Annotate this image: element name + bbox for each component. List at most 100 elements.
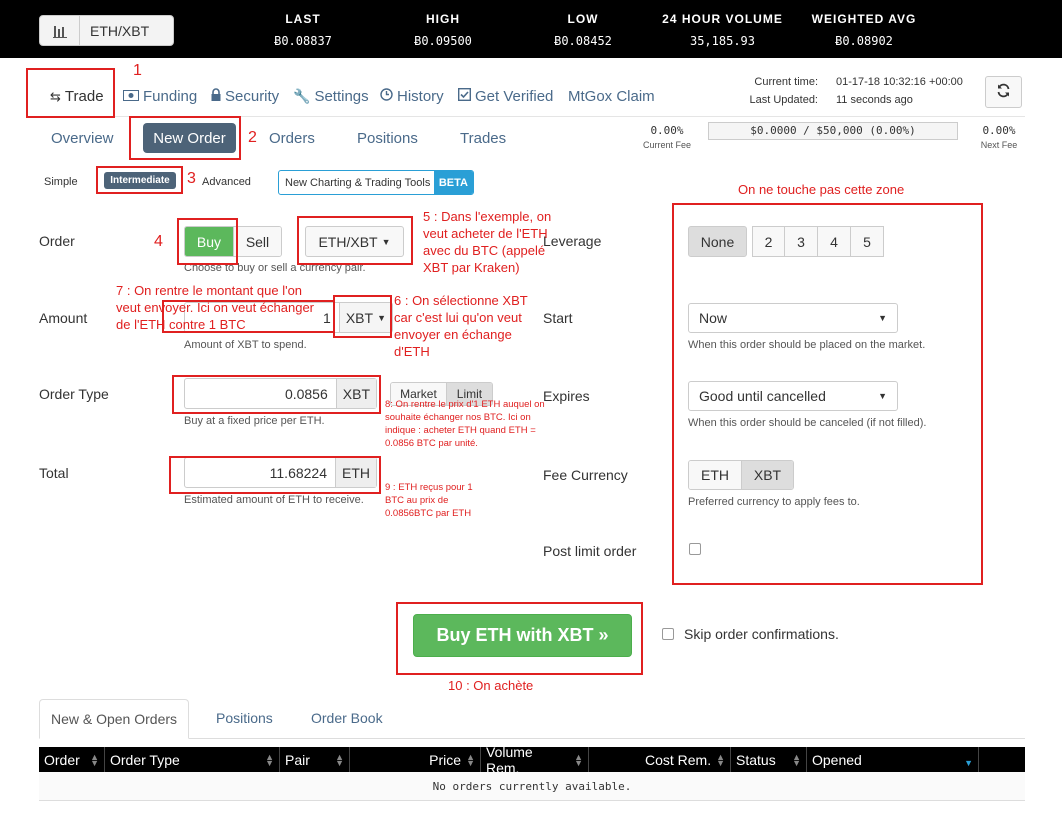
current-fee-value: 0.00%: [650, 124, 684, 137]
skip-confirmation-label: Skip order confirmations.: [684, 626, 839, 642]
annotation-7: 7 : On rentre le montant que l'on veut e…: [116, 283, 315, 332]
last-updated-value: 11 seconds ago: [836, 94, 913, 106]
col-label: Volume Rem.: [486, 743, 533, 776]
wrench-icon: 🔧: [293, 88, 311, 104]
nav-mtgox-claim[interactable]: MtGox Claim: [568, 88, 655, 105]
subtab-trades[interactable]: Trades: [460, 130, 506, 147]
sort-icon: ▲ ▼: [265, 751, 274, 768]
col-label: Order: [44, 751, 80, 768]
order-label: Order: [39, 233, 75, 249]
order-type-label: Order Type: [39, 386, 109, 402]
current-time-value: 01-17-18 10:32:16 +00:00: [836, 76, 963, 88]
stat-value: Ƀ0.08902: [835, 34, 893, 48]
annotation-box-1: [26, 68, 115, 118]
annotation-zone: On ne touche pas cette zone: [738, 182, 905, 197]
nav-history[interactable]: History: [380, 88, 444, 105]
stat-last: LAST Ƀ0.08837: [262, 12, 344, 48]
annotation-6: 6 : On sélectionne XBT car c'est lui qu'…: [394, 293, 528, 359]
orders-empty-message: No orders currently available.: [39, 772, 1025, 801]
nav-label: Funding: [143, 88, 198, 105]
charting-tools-label: New Charting & Trading Tools: [285, 176, 431, 189]
annotation-5: 5 : Dans l'exemple, on veut acheter de l…: [423, 209, 552, 275]
col-pair[interactable]: Pair ▲ ▼: [280, 747, 350, 772]
tab-open-orders[interactable]: New & Open Orders: [39, 699, 189, 739]
annotation-box-9: [169, 456, 381, 494]
col-price[interactable]: Price ▲ ▼: [350, 747, 481, 772]
stat-value: 35,185.93: [689, 34, 756, 48]
col-opened[interactable]: Opened ▼: [807, 747, 979, 772]
start-label: Start: [543, 310, 573, 326]
pair-selector-label: ETH/XBT: [90, 22, 150, 39]
total-label: Total: [39, 465, 69, 481]
tab-positions[interactable]: Positions: [216, 710, 273, 726]
annotation-box-4: [177, 218, 238, 265]
annotation-2: 2: [248, 129, 257, 146]
money-icon: [123, 88, 139, 105]
col-label: Pair: [285, 751, 310, 768]
nav-label: MtGox Claim: [568, 88, 655, 105]
current-fee-label: Current Fee: [642, 140, 692, 150]
pair-selector-button[interactable]: ETH/XBT: [39, 15, 174, 46]
annotation-9: 9 : ETH reçus pour 1 BTC au prix de 0.08…: [385, 482, 473, 519]
sort-icon: ▲ ▼: [792, 751, 801, 768]
col-volume-rem[interactable]: Volume Rem. ▲ ▼: [481, 744, 589, 776]
beta-badge: BETA: [433, 171, 473, 194]
nav-label: History: [397, 88, 444, 105]
annotation-10: 10 : On achète: [448, 678, 534, 693]
nav-settings[interactable]: 🔧 Settings: [293, 88, 369, 105]
sort-icon: ▲ ▼: [335, 751, 344, 768]
stat-value: Ƀ0.08837: [274, 34, 332, 48]
annotation-4: 4: [154, 233, 163, 250]
stat-high: HIGH Ƀ0.09500: [402, 12, 484, 48]
amount-help: Amount of XBT to spend.: [184, 339, 307, 351]
sell-button[interactable]: Sell: [232, 227, 281, 256]
stat-label: LAST: [285, 12, 321, 26]
tab-order-book[interactable]: Order Book: [311, 710, 383, 726]
fee-currency-label: Fee Currency: [543, 467, 628, 483]
col-status[interactable]: Status ▲ ▼: [731, 747, 807, 772]
lock-icon: [211, 88, 221, 105]
chart-icon: [40, 16, 80, 45]
col-order-type[interactable]: Order Type ▲ ▼: [105, 747, 280, 772]
expires-label: Expires: [543, 388, 590, 404]
annotation-box-8: [172, 375, 381, 414]
col-label: Price: [429, 751, 462, 768]
skip-confirmation-checkbox[interactable]: [662, 628, 674, 640]
stat-weighted-avg: WEIGHTED AVG Ƀ0.08902: [800, 12, 928, 48]
col-label: Status: [736, 751, 776, 768]
stat-value: Ƀ0.08452: [554, 34, 612, 48]
annotation-box-zone: [672, 203, 983, 585]
col-label: Order Type: [110, 751, 180, 768]
mode-advanced[interactable]: Advanced: [202, 176, 251, 188]
annotation-8: 8: On rentre le prix d'1 ETH auquel on s…: [385, 399, 545, 449]
mode-simple[interactable]: Simple: [44, 176, 78, 188]
annotation-box-10: [396, 602, 643, 675]
next-fee-label: Next Fee: [980, 140, 1018, 150]
annotation-1: 1: [133, 62, 142, 79]
orders-table-header: Order ▲ ▼ Order Type ▲ ▼ Pair ▲ ▼ Price ▲ ▼ Volu…: [39, 744, 1025, 776]
nav-get-verified[interactable]: Get Verified: [457, 87, 554, 105]
ticker-bar: ETH/XBT LAST Ƀ0.08837 HIGH Ƀ0.09500 LOW …: [0, 0, 1062, 58]
annotation-box-6: [333, 295, 392, 338]
col-label: Cost Rem.: [644, 751, 712, 768]
nav-funding[interactable]: Funding: [123, 88, 197, 105]
clock-icon: [380, 88, 393, 105]
nav-security[interactable]: Security: [211, 88, 279, 105]
subtab-overview[interactable]: Overview: [51, 130, 114, 147]
fee-progress-bar: $0.0000 / $50,000 (0.00%): [708, 122, 958, 140]
stat-low: LOW Ƀ0.08452: [542, 12, 624, 48]
refresh-button[interactable]: [985, 76, 1022, 108]
col-label: Opened: [812, 751, 862, 768]
nav-label: Get Verified: [475, 88, 554, 105]
annotation-3: 3: [187, 170, 196, 187]
sort-icon: ▲ ▼: [90, 751, 99, 768]
current-time-label: Current time:: [754, 76, 818, 88]
subtab-orders[interactable]: Orders: [269, 130, 315, 147]
stat-volume: 24 HOUR VOLUME 35,185.93: [655, 12, 790, 48]
sort-icon: ▲ ▼: [574, 751, 583, 768]
nav-label: Settings: [314, 88, 369, 105]
subtab-positions[interactable]: Positions: [357, 130, 418, 147]
col-order[interactable]: Order ▲ ▼: [39, 747, 105, 772]
charting-tools-button[interactable]: New Charting & Trading Tools BETA: [278, 170, 474, 195]
col-cost-rem[interactable]: Cost Rem. ▲ ▼: [589, 747, 731, 772]
